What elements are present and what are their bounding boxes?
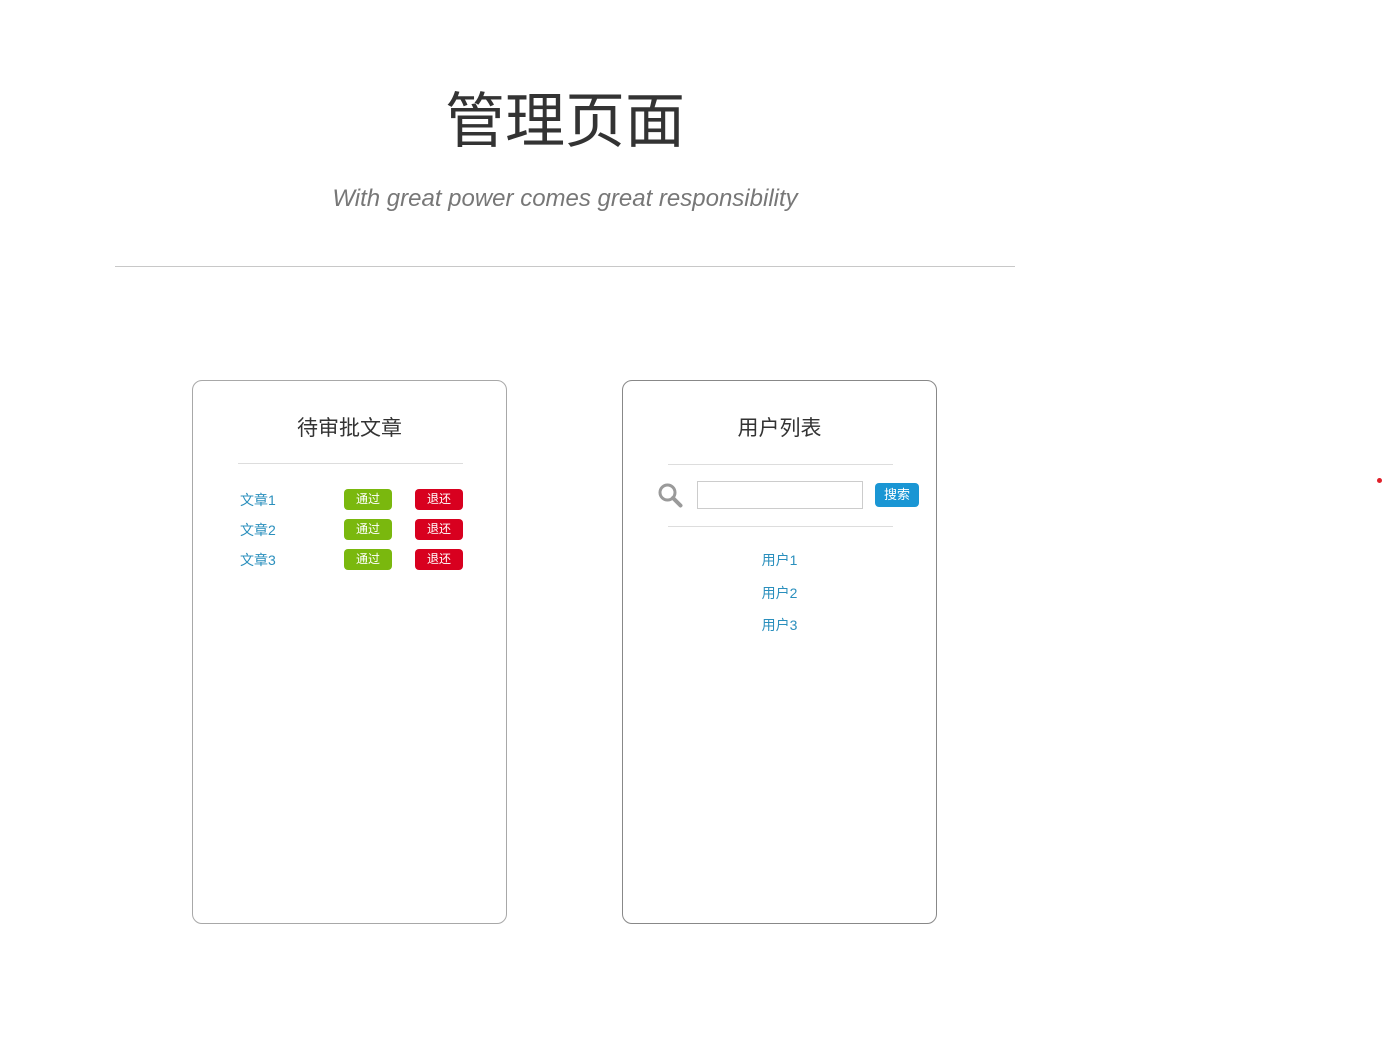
article-row: 文章2 通过 退还 [240, 519, 464, 541]
approve-button[interactable]: 通过 [344, 549, 392, 570]
card-divider [238, 463, 463, 464]
header-divider [115, 266, 1015, 267]
red-dot-marker [1377, 478, 1382, 483]
page-title: 管理页面 [445, 88, 685, 155]
user-search-input[interactable] [697, 481, 863, 509]
card-divider [668, 464, 893, 465]
admin-page: 管理页面 With great power comes great respon… [0, 0, 1384, 1051]
page-subtitle: With great power comes great responsibil… [332, 185, 798, 212]
reject-button[interactable]: 退还 [415, 519, 463, 540]
card-divider [668, 526, 893, 527]
user-list-card: 用户列表 搜索 用户1 用户2 用户3 [622, 380, 937, 924]
article-link[interactable]: 文章1 [240, 491, 276, 509]
user-link[interactable]: 用户1 [623, 551, 936, 569]
article-link[interactable]: 文章2 [240, 521, 276, 539]
article-row: 文章3 通过 退还 [240, 549, 464, 571]
search-button[interactable]: 搜索 [875, 483, 919, 507]
search-icon [657, 482, 683, 508]
reject-button[interactable]: 退还 [415, 489, 463, 510]
article-link[interactable]: 文章3 [240, 551, 276, 569]
pending-articles-title: 待审批文章 [297, 417, 402, 440]
article-row: 文章1 通过 退还 [240, 489, 464, 511]
approve-button[interactable]: 通过 [344, 519, 392, 540]
reject-button[interactable]: 退还 [415, 549, 463, 570]
user-list-title: 用户列表 [737, 417, 822, 440]
user-link[interactable]: 用户3 [623, 616, 936, 634]
user-link[interactable]: 用户2 [623, 584, 936, 602]
approve-button[interactable]: 通过 [344, 489, 392, 510]
pending-articles-card: 待审批文章 文章1 通过 退还 文章2 通过 退还 文章3 通过 退还 [192, 380, 507, 924]
